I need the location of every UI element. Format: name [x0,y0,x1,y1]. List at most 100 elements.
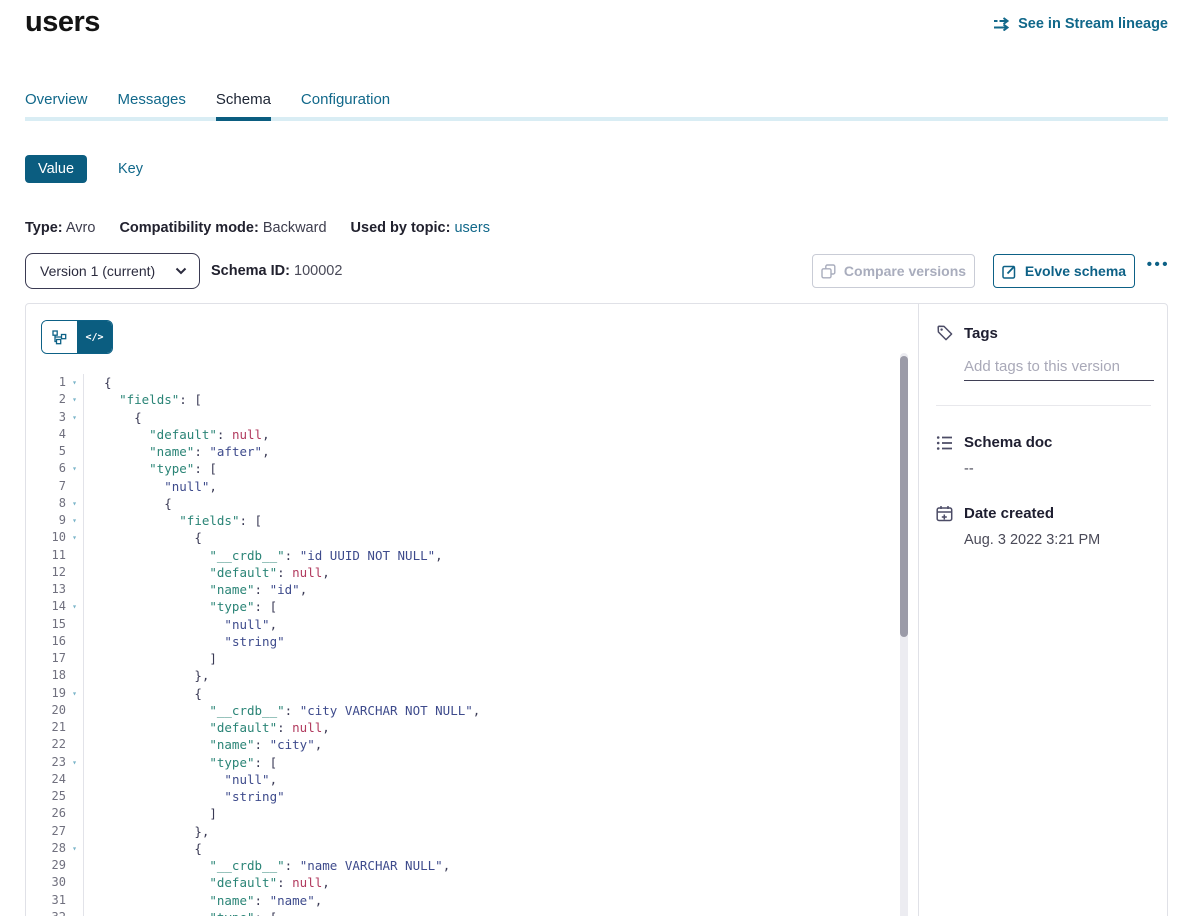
editor-scrollbar-thumb[interactable] [900,356,908,637]
meta-type-value: Avro [66,220,96,236]
value-key-toggle: Value Key [25,155,149,183]
code-text: "default": null, [83,719,330,736]
schema-doc-header: Schema doc [936,434,1151,451]
line-number: 10 [26,529,66,546]
tab-bar: Overview Messages Schema Configuration [25,90,390,121]
version-select[interactable]: Version 1 (current) [25,253,200,289]
line-number: 25 [26,788,66,805]
code-line: 18 }, [26,667,898,684]
fold-spacer [66,736,83,753]
line-number: 1 [26,374,66,391]
line-number: 11 [26,547,66,564]
code-line: 19▾ { [26,685,898,702]
stream-lineage-link[interactable]: See in Stream lineage [993,16,1168,32]
tab-configuration[interactable]: Configuration [301,90,390,121]
fold-arrow-icon[interactable]: ▾ [66,495,83,512]
code-text: "__crdb__": "id UUID NOT NULL", [83,547,443,564]
schema-editor[interactable]: </> 1▾{2▾ "fields": [3▾ {4 "default": nu… [26,304,918,916]
tab-schema[interactable]: Schema [216,90,271,121]
value-toggle-button[interactable]: Value [25,155,87,183]
meta-topic: Used by topic: users [351,220,490,236]
code-lines: 1▾{2▾ "fields": [3▾ {4 "default": null,5… [26,374,898,916]
code-line: 7 "null", [26,478,898,495]
fold-spacer [66,667,83,684]
fold-spacer [66,581,83,598]
line-number: 7 [26,478,66,495]
line-number: 14 [26,598,66,615]
code-line: 10▾ { [26,529,898,546]
fold-arrow-icon[interactable]: ▾ [66,512,83,529]
fold-arrow-icon[interactable]: ▾ [66,460,83,477]
code-text: ] [83,805,217,822]
fold-arrow-icon[interactable]: ▾ [66,409,83,426]
fold-arrow-icon[interactable]: ▾ [66,754,83,771]
line-number: 24 [26,771,66,788]
code-line: 2▾ "fields": [ [26,391,898,408]
fold-spacer [66,650,83,667]
fold-spacer [66,823,83,840]
fold-spacer [66,719,83,736]
meta-compat-value: Backward [263,220,327,236]
fold-spacer [66,771,83,788]
line-number: 21 [26,719,66,736]
line-number: 9 [26,512,66,529]
tab-messages[interactable]: Messages [118,90,186,121]
tags-input[interactable] [964,358,1154,381]
code-text: { [83,495,172,512]
schema-doc-section: Schema doc -- [936,434,1151,477]
code-text: "type": [ [83,909,277,916]
code-line: 3▾ { [26,409,898,426]
code-text: "name": "name", [83,892,322,909]
fold-spacer [66,874,83,891]
line-number: 30 [26,874,66,891]
code-text: "string" [83,788,285,805]
line-number: 15 [26,616,66,633]
line-number: 4 [26,426,66,443]
schema-id-value: 100002 [294,263,342,279]
fold-arrow-icon[interactable]: ▾ [66,391,83,408]
fold-arrow-icon[interactable]: ▾ [66,840,83,857]
line-number: 18 [26,667,66,684]
more-actions-button[interactable]: ••• [1141,255,1176,274]
code-text: { [83,374,112,391]
evolve-schema-button[interactable]: Evolve schema [993,254,1135,288]
stream-lineage-icon [993,17,1011,31]
code-text: { [83,409,142,426]
compare-versions-label: Compare versions [844,263,966,279]
line-number: 3 [26,409,66,426]
line-number: 26 [26,805,66,822]
line-number: 5 [26,443,66,460]
meta-type-label: Type: [25,220,63,236]
code-line: 28▾ { [26,840,898,857]
compare-icon [821,264,836,279]
compare-versions-button[interactable]: Compare versions [812,254,975,288]
tab-overview[interactable]: Overview [25,90,88,121]
date-created-value: Aug. 3 2022 3:21 PM [964,532,1151,548]
fold-arrow-icon[interactable]: ▾ [66,529,83,546]
fold-arrow-icon[interactable]: ▾ [66,909,83,916]
fold-arrow-icon[interactable]: ▾ [66,374,83,391]
fold-spacer [66,426,83,443]
meta-type: Type: Avro [25,220,95,236]
fold-arrow-icon[interactable]: ▾ [66,685,83,702]
tree-view-button[interactable] [42,321,77,353]
fold-spacer [66,805,83,822]
code-line: 20 "__crdb__": "city VARCHAR NOT NULL", [26,702,898,719]
line-number: 19 [26,685,66,702]
stream-lineage-label: See in Stream lineage [1018,16,1168,32]
line-number: 29 [26,857,66,874]
code-text: ] [83,650,217,667]
topic-link[interactable]: users [454,220,489,236]
code-text: "default": null, [83,874,330,891]
code-view-button[interactable]: </> [77,321,112,353]
code-line: 14▾ "type": [ [26,598,898,615]
fold-spacer [66,702,83,719]
code-text: "null", [83,478,217,495]
key-toggle-button[interactable]: Key [112,160,149,178]
code-text: "null", [83,616,277,633]
code-line: 32▾ "type": [ [26,909,898,916]
code-text: { [83,840,202,857]
fold-spacer [66,788,83,805]
editor-scrollbar-track[interactable] [900,353,908,916]
fold-arrow-icon[interactable]: ▾ [66,598,83,615]
